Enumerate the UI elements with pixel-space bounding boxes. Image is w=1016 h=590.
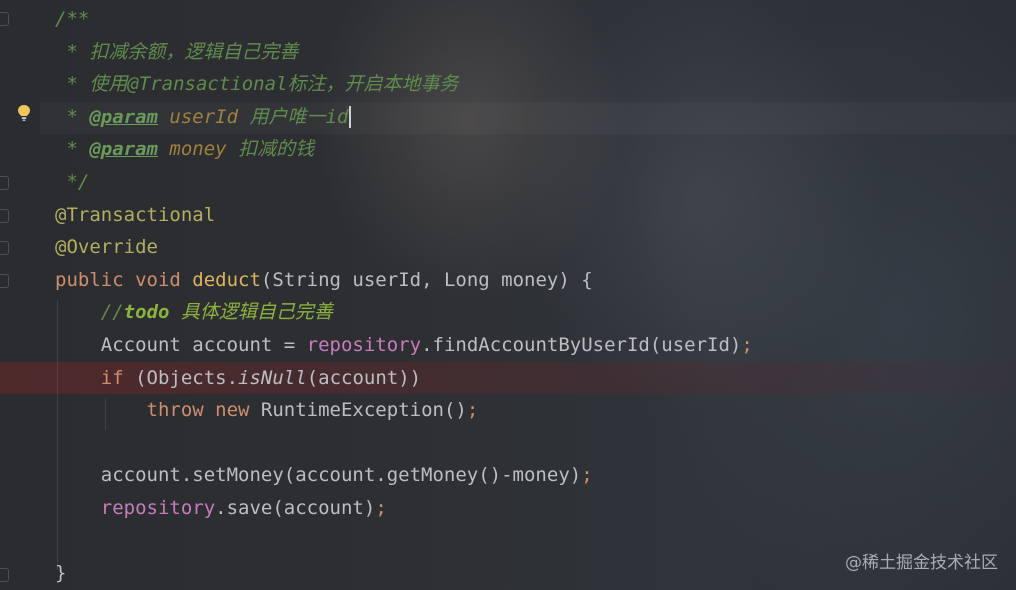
code-token: new (215, 399, 261, 422)
code-token: @Override (55, 236, 158, 259)
code-token: repository (100, 496, 216, 519)
code-token: todo (123, 301, 170, 324)
code-token: userId (169, 105, 239, 128)
watermark-text: @稀土掘金技术社区 (845, 553, 998, 573)
code-token: .findAccountByUserId(userId) (421, 333, 742, 356)
code-token: if (100, 366, 136, 389)
code-token: throw (146, 399, 216, 422)
code-token: @param (89, 138, 158, 161)
code-line[interactable]: if (Objects.isNull(account)) (55, 362, 753, 395)
code-token: .save(account) (215, 496, 376, 519)
code-token: ; (581, 464, 593, 487)
fold-marker-icon[interactable] (0, 12, 9, 26)
code-token: * 使用@Transactional标注，开启本地事务 (55, 73, 459, 96)
code-editor[interactable]: /** * 扣减余额，逻辑自己完善 * 使用@Transactional标注，开… (0, 0, 1016, 590)
code-token: } (55, 562, 67, 585)
code-token: ; (466, 399, 479, 422)
fold-marker-icon[interactable] (0, 568, 9, 582)
code-token: @param (89, 105, 158, 128)
code-area[interactable]: /** * 扣减余额，逻辑自己完善 * 使用@Transactional标注，开… (55, 3, 753, 590)
code-line[interactable]: * 扣减余额，逻辑自己完善 (55, 36, 753, 69)
code-line[interactable]: Account account = repository.findAccount… (55, 329, 753, 362)
code-token: Account account = (55, 333, 307, 356)
code-line[interactable]: repository.save(account); (55, 492, 753, 525)
code-token: * (55, 105, 90, 128)
code-line[interactable]: /** (55, 3, 753, 36)
editor-gutter[interactable] (0, 0, 40, 590)
code-token: RuntimeException() (260, 399, 467, 422)
text-caret (349, 106, 352, 129)
code-line[interactable] (55, 525, 753, 558)
code-token: // (55, 301, 124, 324)
code-line[interactable]: @Override (55, 231, 753, 264)
code-token: isNull (238, 366, 307, 389)
code-token: deduct (192, 268, 261, 291)
code-line[interactable]: * @param userId 用户唯一id (55, 101, 753, 134)
code-line[interactable]: */ (55, 166, 753, 199)
code-token: repository (306, 333, 422, 356)
code-line[interactable]: @Transactional (55, 199, 753, 232)
code-token: public (55, 268, 136, 291)
code-token: (Objects. (135, 366, 239, 389)
code-token: 扣减的钱 (226, 138, 315, 161)
code-line[interactable]: } (55, 557, 753, 590)
code-line[interactable]: * @param money 扣减的钱 (55, 133, 753, 166)
fold-marker-icon[interactable] (0, 241, 9, 255)
code-token: (account)) (306, 366, 422, 389)
fold-marker-icon[interactable] (0, 274, 9, 288)
code-line[interactable]: public void deduct(String userId, Long m… (55, 264, 753, 297)
code-token: /** (55, 8, 90, 30)
code-token: money (169, 138, 227, 161)
code-token: 用户唯一id (238, 105, 349, 128)
code-token: account.setMoney(account.getMoney()-mone… (55, 464, 582, 487)
intention-bulb-icon[interactable] (17, 104, 31, 122)
code-token: void (135, 268, 193, 291)
code-token: ; (375, 496, 387, 519)
code-line[interactable]: throw new RuntimeException(); (55, 394, 753, 427)
code-token: * 扣减余额，逻辑自己完善 (55, 40, 299, 63)
code-line[interactable]: * 使用@Transactional标注，开启本地事务 (55, 68, 753, 101)
code-line[interactable]: //todo 具体逻辑自己完善 (55, 296, 753, 329)
code-token: 具体逻辑自己完善 (169, 301, 333, 324)
code-token: (String userId, Long money) { (260, 268, 593, 291)
code-token: */ (55, 170, 90, 193)
code-token: * (55, 138, 90, 161)
code-token: ; (741, 333, 753, 356)
fold-marker-icon[interactable] (0, 209, 9, 223)
code-line[interactable]: account.setMoney(account.getMoney()-mone… (55, 459, 753, 492)
code-line[interactable] (55, 427, 753, 460)
fold-marker-icon[interactable] (0, 176, 9, 190)
code-token: @Transactional (55, 203, 216, 226)
